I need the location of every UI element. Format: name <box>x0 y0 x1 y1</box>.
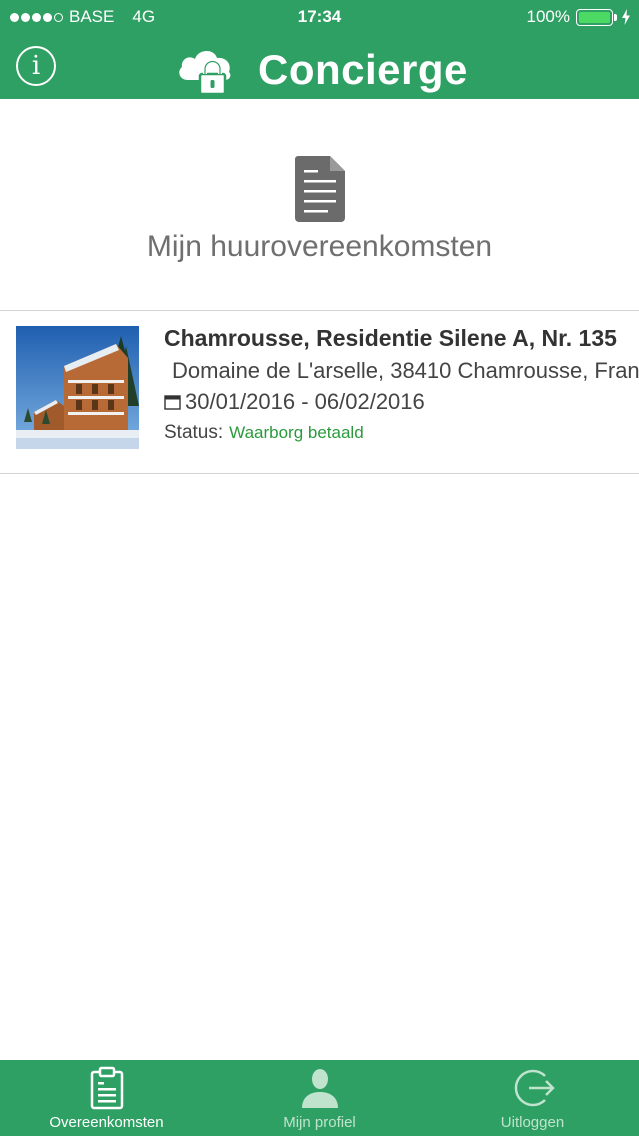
rental-title: Chamrousse, Residentie Silene A, Nr. 135 <box>164 325 617 351</box>
app-header: BASE 4G 17:34 100% i Concierge <box>0 0 639 99</box>
charging-bolt-icon <box>622 9 630 25</box>
person-icon <box>301 1069 338 1108</box>
rental-address: Domaine de L'arselle, 38410 Chamrousse, … <box>172 357 639 383</box>
section-title: Mijn huurovereenkomsten <box>146 230 493 263</box>
rental-address-row: Domaine de L'arselle, 38410 Chamrousse, … <box>164 355 639 386</box>
residence-photo <box>16 326 139 449</box>
info-icon[interactable]: i <box>16 46 56 86</box>
tab-mijn-profiel[interactable]: Mijn profiel <box>213 1060 426 1136</box>
cloud-lock-icon <box>179 50 231 96</box>
tab-label: Overeenkomsten <box>49 1114 164 1131</box>
brand: Concierge <box>176 44 468 96</box>
calendar-icon <box>164 394 181 410</box>
battery-percentage: 100% <box>526 7 570 26</box>
app-title: Concierge <box>258 46 468 93</box>
tab-overeenkomsten[interactable]: Overeenkomsten <box>0 1060 213 1136</box>
document-icon <box>295 156 345 222</box>
rental-status-row: Status: Waarborg betaald <box>164 417 639 448</box>
tab-bar: Overeenkomsten Mijn profiel Uitloggen <box>0 1060 639 1136</box>
logout-icon <box>514 1069 555 1107</box>
tab-label: Mijn profiel <box>283 1114 356 1131</box>
battery-icon <box>576 8 617 26</box>
tab-label: Uitloggen <box>500 1114 565 1131</box>
clipboard-icon <box>90 1066 123 1110</box>
rental-dates: 30/01/2016 - 06/02/2016 <box>185 388 425 414</box>
rental-dates-row: 30/01/2016 - 06/02/2016 <box>164 386 639 417</box>
divider <box>0 473 639 474</box>
rental-list-item[interactable]: Chamrousse, Residentie Silene A, Nr. 135… <box>0 311 639 473</box>
app-screen: BASE 4G 17:34 100% i Concierge Mijn huur… <box>0 0 639 1136</box>
status-bar: BASE 4G 17:34 100% <box>0 0 639 34</box>
status-value: Waarborg betaald <box>229 422 364 442</box>
status-label: Status: <box>164 421 224 443</box>
tab-uitloggen[interactable]: Uitloggen <box>426 1060 639 1136</box>
